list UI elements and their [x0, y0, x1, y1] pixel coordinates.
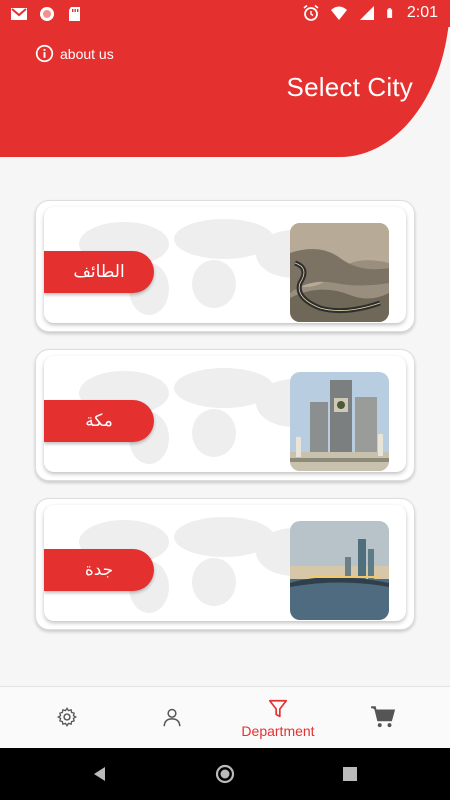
- settings-icon: [56, 706, 78, 727]
- city-card-jeddah[interactable]: جدة: [35, 498, 415, 630]
- city-card-makkah[interactable]: مكة: [35, 349, 415, 481]
- signal-icon: [359, 6, 374, 20]
- alarm-icon: [303, 4, 319, 21]
- about-us-label: about us: [60, 45, 114, 62]
- record-icon: [40, 7, 54, 21]
- filter-icon: [268, 699, 288, 717]
- system-navigation-bar: [0, 748, 450, 800]
- cart-icon: [371, 705, 396, 727]
- sd-card-icon: [69, 7, 80, 21]
- city-card-inner: مكة: [44, 356, 406, 472]
- page-title: Select City: [286, 72, 413, 102]
- city-button-taif[interactable]: الطائف: [44, 251, 154, 293]
- profile-icon: [163, 708, 181, 726]
- city-card-inner: جدة: [44, 505, 406, 621]
- battery-icon: [387, 8, 392, 18]
- city-button-jeddah[interactable]: جدة: [44, 549, 154, 591]
- bottom-navigation: Department: [0, 686, 450, 748]
- mountain-road-image: [290, 223, 389, 322]
- nav-department-label: Department: [241, 722, 315, 739]
- nav-department[interactable]: Department: [228, 687, 328, 749]
- nav-cart[interactable]: [362, 687, 404, 749]
- home-icon[interactable]: [215, 764, 235, 784]
- city-card-inner: الطائف: [44, 207, 406, 323]
- recents-icon[interactable]: [340, 764, 360, 784]
- about-us-link[interactable]: about us: [35, 44, 114, 63]
- status-time: 2:01: [406, 4, 438, 21]
- city-card-taif[interactable]: الطائف: [35, 200, 415, 332]
- gmail-icon: [11, 8, 27, 20]
- nav-profile[interactable]: [151, 687, 193, 749]
- back-icon[interactable]: [90, 764, 110, 784]
- info-icon: [35, 44, 54, 63]
- wifi-icon: [330, 6, 347, 20]
- city-button-makkah[interactable]: مكة: [44, 400, 154, 442]
- status-bar: 2:01: [0, 0, 450, 27]
- nav-settings[interactable]: [46, 687, 88, 749]
- clock-tower-image: [290, 372, 389, 471]
- jeddah-skyline-image: [290, 521, 389, 620]
